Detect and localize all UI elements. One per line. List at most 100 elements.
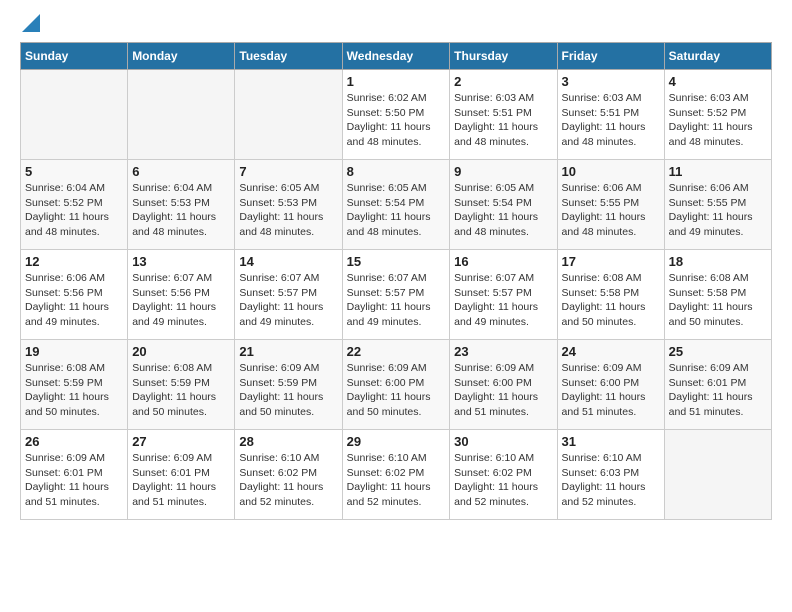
day-info: Sunrise: 6:10 AM Sunset: 6:02 PM Dayligh… — [347, 451, 446, 510]
day-header-friday: Friday — [557, 43, 664, 70]
day-info: Sunrise: 6:09 AM Sunset: 6:01 PM Dayligh… — [25, 451, 123, 510]
calendar-cell: 5 Sunrise: 6:04 AM Sunset: 5:52 PM Daylig… — [21, 160, 128, 250]
calendar-cell: 8Sunrise: 6:05 AM Sunset: 5:54 PM Daylig… — [342, 160, 450, 250]
day-number: 23 — [454, 344, 552, 359]
day-info: Sunrise: 6:08 AM Sunset: 5:59 PM Dayligh… — [132, 361, 230, 420]
day-header-thursday: Thursday — [450, 43, 557, 70]
calendar-cell: 14Sunrise: 6:07 AM Sunset: 5:57 PM Dayli… — [235, 250, 342, 340]
calendar-week-row: 19 Sunrise: 6:08 AM Sunset: 5:59 PM Dayli… — [21, 340, 772, 430]
calendar-week-row: 26 Sunrise: 6:09 AM Sunset: 6:01 PM Dayli… — [21, 430, 772, 520]
day-number: 10 — [562, 164, 660, 179]
calendar-cell — [21, 70, 128, 160]
day-number: 6 — [132, 164, 230, 179]
calendar-header-row: SundayMondayTuesdayWednesdayThursdayFrid… — [21, 43, 772, 70]
day-info: Sunrise: 6:04 AM Sunset: 5:53 PM Dayligh… — [132, 181, 230, 240]
calendar-cell: 12 Sunrise: 6:06 AM Sunset: 5:56 PM Dayli… — [21, 250, 128, 340]
day-info: Sunrise: 6:08 AM Sunset: 5:59 PM Dayligh… — [25, 361, 123, 420]
day-number: 19 — [25, 344, 123, 359]
calendar-cell: 1 Sunrise: 6:02 AM Sunset: 5:50 PM Daylig… — [342, 70, 450, 160]
calendar-cell — [235, 70, 342, 160]
day-info: Sunrise: 6:03 AM Sunset: 5:52 PM Dayligh… — [669, 91, 767, 150]
day-number: 12 — [25, 254, 123, 269]
day-info: Sunrise: 6:09 AM Sunset: 6:00 PM Dayligh… — [347, 361, 446, 420]
day-info: Sunrise: 6:07 AM Sunset: 5:57 PM Dayligh… — [239, 271, 337, 330]
day-header-wednesday: Wednesday — [342, 43, 450, 70]
day-info: Sunrise: 6:05 AM Sunset: 5:54 PM Dayligh… — [347, 181, 446, 240]
day-info: Sunrise: 6:10 AM Sunset: 6:03 PM Dayligh… — [562, 451, 660, 510]
day-info: Sunrise: 6:10 AM Sunset: 6:02 PM Dayligh… — [239, 451, 337, 510]
day-info: Sunrise: 6:06 AM Sunset: 5:55 PM Dayligh… — [562, 181, 660, 240]
logo-arrow-icon — [22, 14, 40, 32]
day-number: 3 — [562, 74, 660, 89]
day-number: 16 — [454, 254, 552, 269]
calendar-cell: 17 Sunrise: 6:08 AM Sunset: 5:58 PM Dayli… — [557, 250, 664, 340]
day-number: 1 — [347, 74, 446, 89]
day-header-monday: Monday — [128, 43, 235, 70]
calendar-cell: 21 Sunrise: 6:09 AM Sunset: 5:59 PM Dayli… — [235, 340, 342, 430]
calendar-cell: 7 Sunrise: 6:05 AM Sunset: 5:53 PM Daylig… — [235, 160, 342, 250]
day-number: 26 — [25, 434, 123, 449]
calendar-cell: 10 Sunrise: 6:06 AM Sunset: 5:55 PM Dayli… — [557, 160, 664, 250]
day-header-sunday: Sunday — [21, 43, 128, 70]
calendar-cell: 24 Sunrise: 6:09 AM Sunset: 6:00 PM Dayli… — [557, 340, 664, 430]
calendar: SundayMondayTuesdayWednesdayThursdayFrid… — [20, 42, 772, 520]
day-info: Sunrise: 6:04 AM Sunset: 5:52 PM Dayligh… — [25, 181, 123, 240]
day-info: Sunrise: 6:05 AM Sunset: 5:54 PM Dayligh… — [454, 181, 552, 240]
day-number: 17 — [562, 254, 660, 269]
day-info: Sunrise: 6:10 AM Sunset: 6:02 PM Dayligh… — [454, 451, 552, 510]
day-info: Sunrise: 6:02 AM Sunset: 5:50 PM Dayligh… — [347, 91, 446, 150]
day-info: Sunrise: 6:03 AM Sunset: 5:51 PM Dayligh… — [562, 91, 660, 150]
calendar-cell — [128, 70, 235, 160]
day-number: 24 — [562, 344, 660, 359]
day-info: Sunrise: 6:06 AM Sunset: 5:55 PM Dayligh… — [669, 181, 767, 240]
day-info: Sunrise: 6:07 AM Sunset: 5:56 PM Dayligh… — [132, 271, 230, 330]
calendar-cell: 3 Sunrise: 6:03 AM Sunset: 5:51 PM Daylig… — [557, 70, 664, 160]
day-info: Sunrise: 6:09 AM Sunset: 5:59 PM Dayligh… — [239, 361, 337, 420]
day-number: 31 — [562, 434, 660, 449]
day-info: Sunrise: 6:08 AM Sunset: 5:58 PM Dayligh… — [562, 271, 660, 330]
day-number: 21 — [239, 344, 337, 359]
day-number: 30 — [454, 434, 552, 449]
calendar-week-row: 1 Sunrise: 6:02 AM Sunset: 5:50 PM Daylig… — [21, 70, 772, 160]
day-info: Sunrise: 6:09 AM Sunset: 6:01 PM Dayligh… — [669, 361, 767, 420]
calendar-cell: 16Sunrise: 6:07 AM Sunset: 5:57 PM Dayli… — [450, 250, 557, 340]
calendar-cell: 28 Sunrise: 6:10 AM Sunset: 6:02 PM Dayli… — [235, 430, 342, 520]
calendar-week-row: 12 Sunrise: 6:06 AM Sunset: 5:56 PM Dayli… — [21, 250, 772, 340]
day-info: Sunrise: 6:09 AM Sunset: 6:01 PM Dayligh… — [132, 451, 230, 510]
day-number: 2 — [454, 74, 552, 89]
logo — [20, 20, 40, 32]
day-number: 11 — [669, 164, 767, 179]
day-info: Sunrise: 6:06 AM Sunset: 5:56 PM Dayligh… — [25, 271, 123, 330]
day-number: 13 — [132, 254, 230, 269]
calendar-cell: 26 Sunrise: 6:09 AM Sunset: 6:01 PM Dayli… — [21, 430, 128, 520]
calendar-cell: 27 Sunrise: 6:09 AM Sunset: 6:01 PM Dayli… — [128, 430, 235, 520]
day-number: 25 — [669, 344, 767, 359]
day-number: 4 — [669, 74, 767, 89]
calendar-cell: 11 Sunrise: 6:06 AM Sunset: 5:55 PM Dayli… — [664, 160, 771, 250]
calendar-cell: 9 Sunrise: 6:05 AM Sunset: 5:54 PM Daylig… — [450, 160, 557, 250]
calendar-cell: 4 Sunrise: 6:03 AM Sunset: 5:52 PM Daylig… — [664, 70, 771, 160]
calendar-cell: 23Sunrise: 6:09 AM Sunset: 6:00 PM Dayli… — [450, 340, 557, 430]
day-number: 29 — [347, 434, 446, 449]
day-header-tuesday: Tuesday — [235, 43, 342, 70]
calendar-cell: 30 Sunrise: 6:10 AM Sunset: 6:02 PM Dayli… — [450, 430, 557, 520]
day-number: 9 — [454, 164, 552, 179]
day-info: Sunrise: 6:03 AM Sunset: 5:51 PM Dayligh… — [454, 91, 552, 150]
day-info: Sunrise: 6:05 AM Sunset: 5:53 PM Dayligh… — [239, 181, 337, 240]
calendar-week-row: 5 Sunrise: 6:04 AM Sunset: 5:52 PM Daylig… — [21, 160, 772, 250]
calendar-cell: 31 Sunrise: 6:10 AM Sunset: 6:03 PM Dayli… — [557, 430, 664, 520]
day-number: 7 — [239, 164, 337, 179]
day-number: 5 — [25, 164, 123, 179]
day-number: 18 — [669, 254, 767, 269]
day-number: 28 — [239, 434, 337, 449]
calendar-cell: 15Sunrise: 6:07 AM Sunset: 5:57 PM Dayli… — [342, 250, 450, 340]
calendar-cell: 13 Sunrise: 6:07 AM Sunset: 5:56 PM Dayli… — [128, 250, 235, 340]
day-info: Sunrise: 6:09 AM Sunset: 6:00 PM Dayligh… — [562, 361, 660, 420]
calendar-cell: 19 Sunrise: 6:08 AM Sunset: 5:59 PM Dayli… — [21, 340, 128, 430]
header — [20, 20, 772, 32]
day-number: 22 — [347, 344, 446, 359]
calendar-cell: 18Sunrise: 6:08 AM Sunset: 5:58 PM Dayli… — [664, 250, 771, 340]
calendar-cell: 22 Sunrise: 6:09 AM Sunset: 6:00 PM Dayli… — [342, 340, 450, 430]
calendar-cell: 6 Sunrise: 6:04 AM Sunset: 5:53 PM Daylig… — [128, 160, 235, 250]
day-number: 27 — [132, 434, 230, 449]
